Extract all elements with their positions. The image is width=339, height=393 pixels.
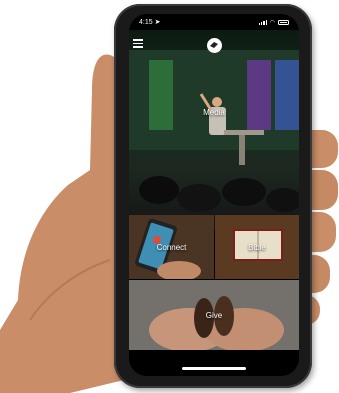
wifi-icon: ◠ [269,19,275,26]
home-indicator[interactable] [182,367,246,370]
status-icons: ◠ [258,19,289,26]
app-header [129,30,299,60]
menu-icon[interactable] [133,39,143,48]
bottom-bar [129,350,299,376]
bible-tile[interactable]: Bible [215,215,299,279]
give-label: Give [205,310,223,320]
bible-label: Bible [248,242,266,252]
phone-screen: 4:15 ➤ ◠ Media Connect Bible Give [129,14,299,376]
media-tile[interactable]: Media [129,30,299,230]
signal-icon [258,19,267,25]
give-tile[interactable]: Give [129,280,299,350]
media-label: Media [203,107,225,117]
status-time: 4:15 ➤ [139,19,161,26]
connect-tile[interactable]: Connect [129,215,214,279]
location-arrow-icon: ➤ [154,19,161,26]
media-background [129,50,299,212]
logo-icon [206,37,222,53]
status-bar: 4:15 ➤ ◠ [129,14,299,30]
connect-label: Connect [156,242,187,252]
battery-icon [278,19,289,25]
